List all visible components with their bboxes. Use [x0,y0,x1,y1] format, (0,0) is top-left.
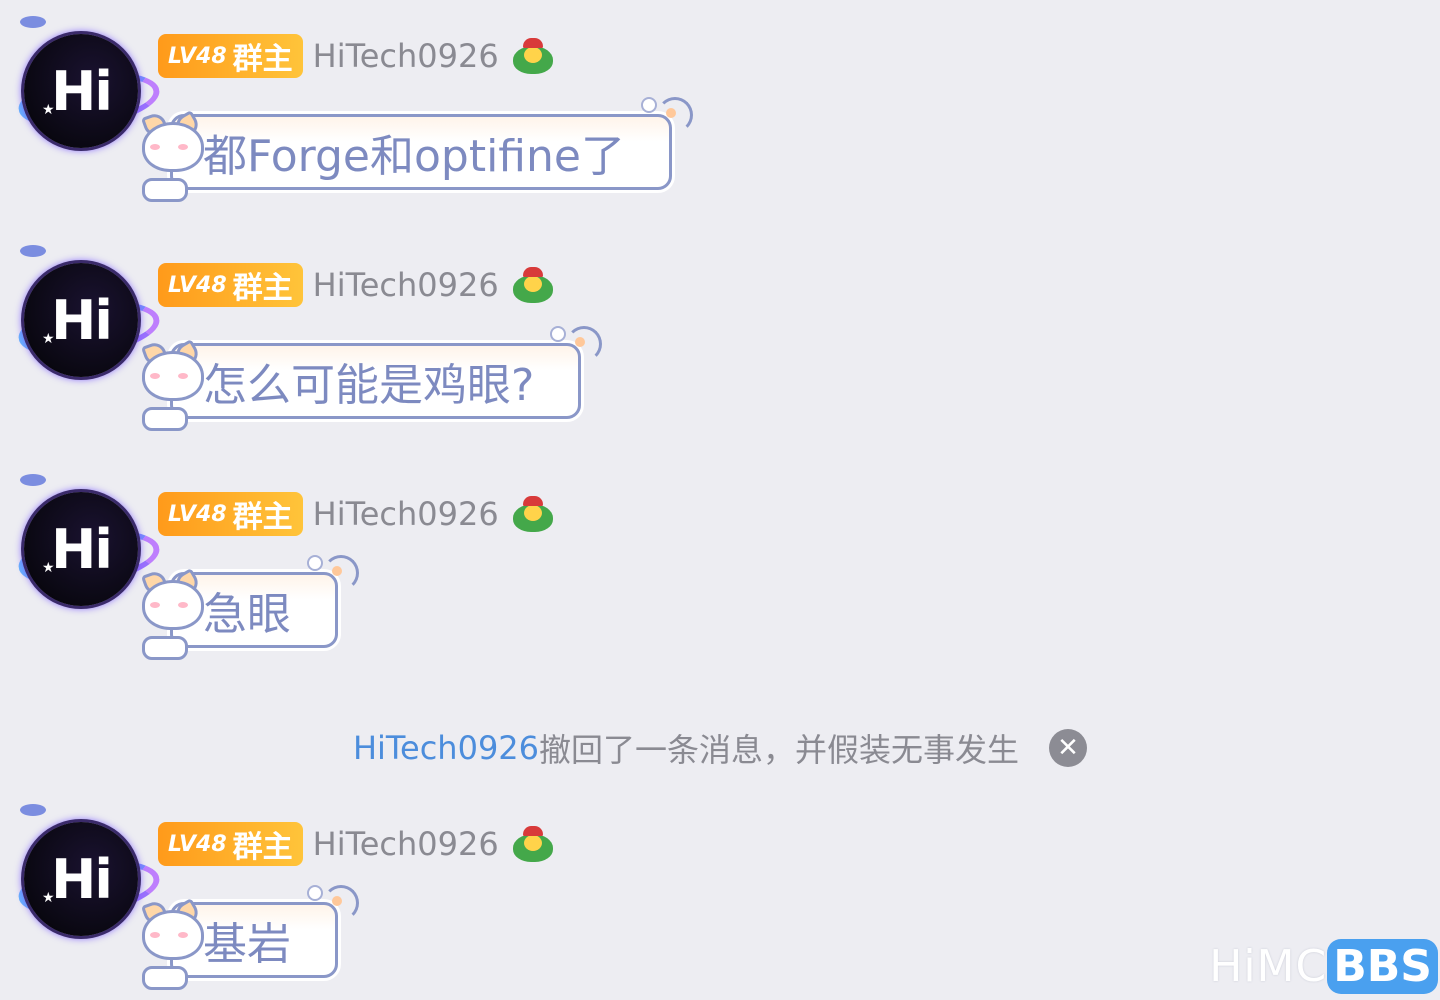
chat-message: Hi ★ LV48 群主 HiTech0926 都Forge和optifine了 [0,14,900,214]
username[interactable]: HiTech0926 [313,495,499,533]
badge-level: LV48 [168,501,227,527]
message-bubble[interactable]: 都Forge和optifine了 [140,97,693,202]
cat-icon [138,567,204,660]
avatar-text: Hi [51,59,113,123]
bubble-ring-icon [640,97,657,113]
cat-tail-icon [566,326,603,362]
badge-level: LV48 [168,831,227,857]
star-icon: ★ [42,331,55,347]
ufo-icon [20,16,46,28]
level-badge[interactable]: LV48 群主 [158,34,303,78]
avatar[interactable]: Hi ★ [15,245,163,383]
watermark-left: HiMC [1209,940,1328,992]
username[interactable]: HiTech0926 [313,37,499,75]
message-text: 怎么可能是鸡眼? [203,360,535,411]
avatar-text: Hi [51,847,113,911]
ufo-icon [20,245,46,257]
ufo-icon [20,474,46,486]
ufo-icon [20,804,46,816]
badge-role: 群主 [232,271,293,306]
watermark-right: BBS [1327,938,1438,994]
cat-icon [138,338,204,431]
level-badge[interactable]: LV48 群主 [158,822,303,866]
message-header: LV48 群主 HiTech0926 [158,490,553,538]
chick-emoji-icon [512,826,553,862]
message-header: LV48 群主 HiTech0926 [158,32,553,80]
avatar-globe: Hi [24,263,138,377]
avatar[interactable]: Hi ★ [15,804,163,942]
message-header: LV48 群主 HiTech0926 [158,820,553,868]
message-header: LV48 群主 HiTech0926 [158,261,553,309]
avatar[interactable]: Hi ★ [15,16,163,154]
bubble-frame: 怎么可能是鸡眼? [170,326,603,419]
cat-tail-icon [323,555,359,591]
watermark-logo: HiMC BBS [1209,934,1438,998]
bubble-ring-icon [307,885,323,901]
avatar-text: Hi [51,517,113,581]
bubble-ring-icon [550,326,567,342]
avatar-globe: Hi [24,822,138,936]
message-text: 都Forge和optifine了 [203,131,625,182]
recall-notice-user[interactable]: HiTech0926 [353,729,539,767]
avatar-globe: Hi [24,34,138,148]
badge-role: 群主 [232,500,293,535]
close-icon[interactable]: ✕ [1049,729,1088,767]
cat-tail-icon [656,97,693,133]
cat-icon [138,897,204,990]
chat-message: Hi ★ LV48 群主 HiTech0926 怎么可能是鸡眼? [0,243,900,443]
badge-level: LV48 [168,272,227,298]
level-badge[interactable]: LV48 群主 [158,263,303,307]
chick-emoji-icon [512,496,553,532]
avatar[interactable]: Hi ★ [15,474,163,612]
chat-message: Hi ★ LV48 群主 HiTech0926 基岩 [0,802,900,1000]
username[interactable]: HiTech0926 [313,825,499,863]
star-icon: ★ [42,560,55,576]
message-text: 急眼 [203,589,291,640]
message-text: 基岩 [203,919,291,970]
chick-emoji-icon [512,38,553,74]
star-icon: ★ [42,102,55,118]
star-icon: ★ [42,890,55,906]
bubble-frame: 都Forge和optifine了 [170,97,693,190]
chat-window: Hi ★ LV48 群主 HiTech0926 都Forge和optifine了 [0,0,1440,1000]
level-badge[interactable]: LV48 群主 [158,492,303,536]
bubble-ring-icon [307,555,323,571]
badge-level: LV48 [168,43,227,69]
recall-notice-text: 撤回了一条消息，并假装无事发生 [539,731,1020,769]
chat-message: Hi ★ LV48 群主 HiTech0926 急眼 [0,472,900,672]
message-bubble[interactable]: 怎么可能是鸡眼? [140,326,603,431]
chick-emoji-icon [512,267,553,303]
recall-notice: HiTech0926 撤回了一条消息，并假装无事发生 ✕ [0,722,1440,774]
message-bubble[interactable]: 基岩 [140,885,359,990]
message-bubble[interactable]: 急眼 [140,555,359,660]
username[interactable]: HiTech0926 [313,266,499,304]
cat-icon [138,109,204,202]
cat-tail-icon [323,885,359,921]
avatar-text: Hi [51,288,113,352]
avatar-globe: Hi [24,492,138,606]
badge-role: 群主 [232,42,293,77]
badge-role: 群主 [232,830,293,865]
